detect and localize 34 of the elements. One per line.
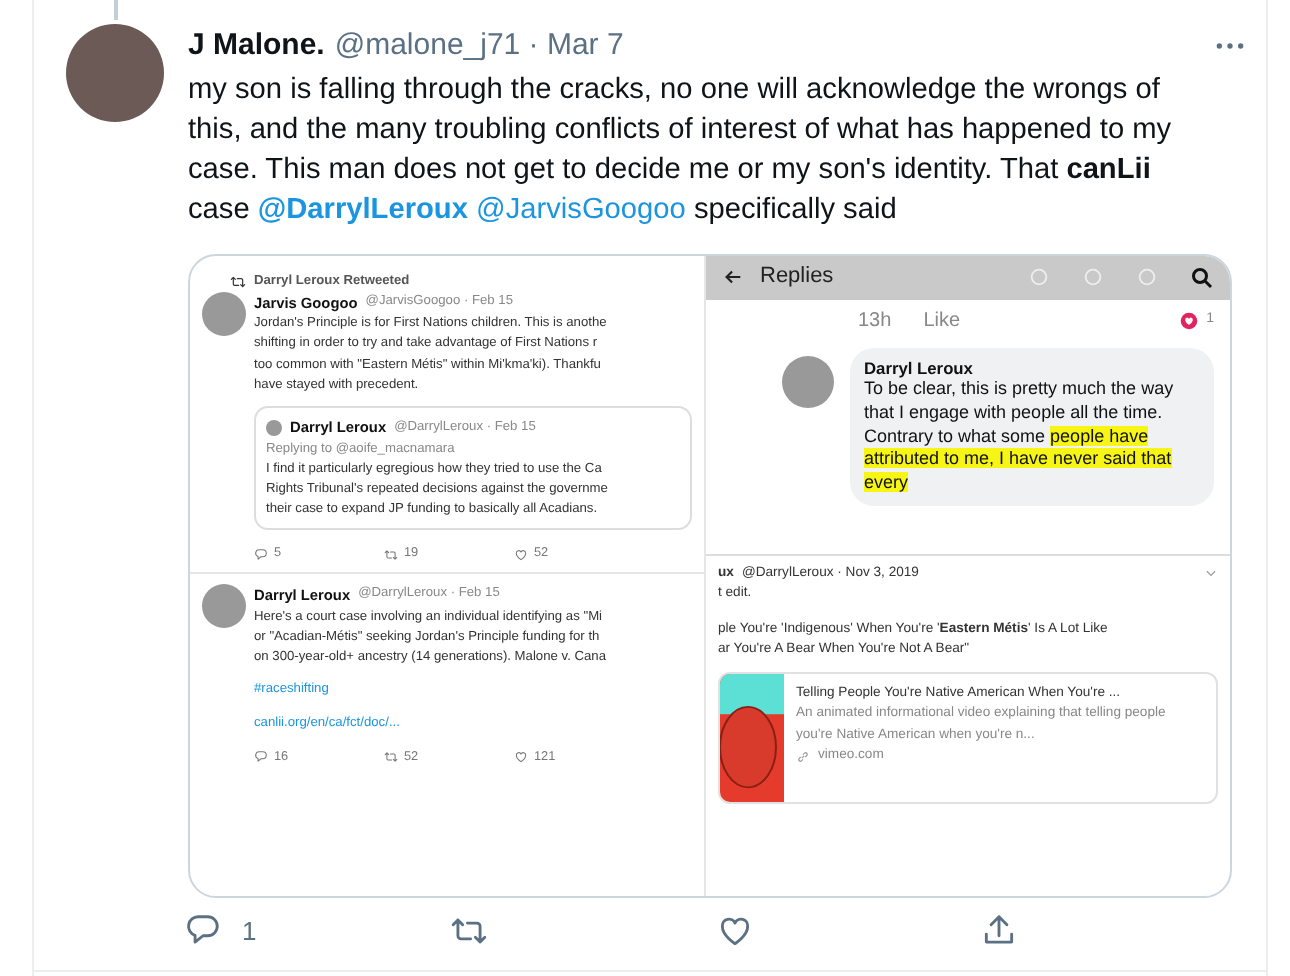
author-name[interactable]: J Malone. <box>188 24 325 69</box>
comment-text: To be clear, this is pretty much the way that I engage with people all the time. Contrary to what some people have attributed to me, I have never said that every <box>864 378 1176 496</box>
mention-link[interactable]: @DarrylLeroux <box>257 193 468 225</box>
speech-bubble-icon <box>254 547 268 562</box>
circle-icon <box>1028 266 1050 288</box>
avatar <box>266 419 282 436</box>
commenter-name: Darryl Leroux <box>864 357 975 379</box>
comment-time: 13h <box>858 307 892 335</box>
avatar <box>782 355 834 407</box>
tweet-text: my son is falling through the cracks, no one will acknowledge the wrongs of this, and the many troubling conflicts of interest of what has happened to my case. This man does not get to decide me or my son's identity. That canLii case @DarrylLeroux @JarvisGoogoo specifically said <box>188 71 1174 229</box>
chevron-icon <box>1204 566 1218 581</box>
reply-count: 1 <box>242 913 257 949</box>
circle-icon <box>1082 266 1104 288</box>
more-icon[interactable] <box>1214 40 1246 53</box>
heart-icon <box>514 547 528 562</box>
retweet-icon <box>384 547 398 562</box>
bear-drawing <box>720 673 784 802</box>
back-arrow-icon <box>722 266 744 288</box>
heart-reaction-icon <box>1180 311 1199 329</box>
speech-bubble-icon <box>254 750 268 765</box>
avatar[interactable] <box>66 24 164 122</box>
replies-title: Replies <box>760 262 834 293</box>
retweet-icon <box>230 273 246 290</box>
share-icon[interactable] <box>980 911 1019 950</box>
link-icon <box>796 749 810 764</box>
handle-date: @malone_j71 · Mar 7 <box>334 26 624 66</box>
search-icon <box>1190 265 1214 289</box>
mention-link[interactable]: @JarvisGoogoo <box>476 193 686 225</box>
like-link[interactable]: Like <box>923 305 961 335</box>
heart-icon <box>514 750 528 765</box>
avatar <box>202 584 246 629</box>
avatar <box>202 291 246 336</box>
retweet-icon <box>384 750 398 765</box>
circle-icon <box>1136 266 1158 288</box>
